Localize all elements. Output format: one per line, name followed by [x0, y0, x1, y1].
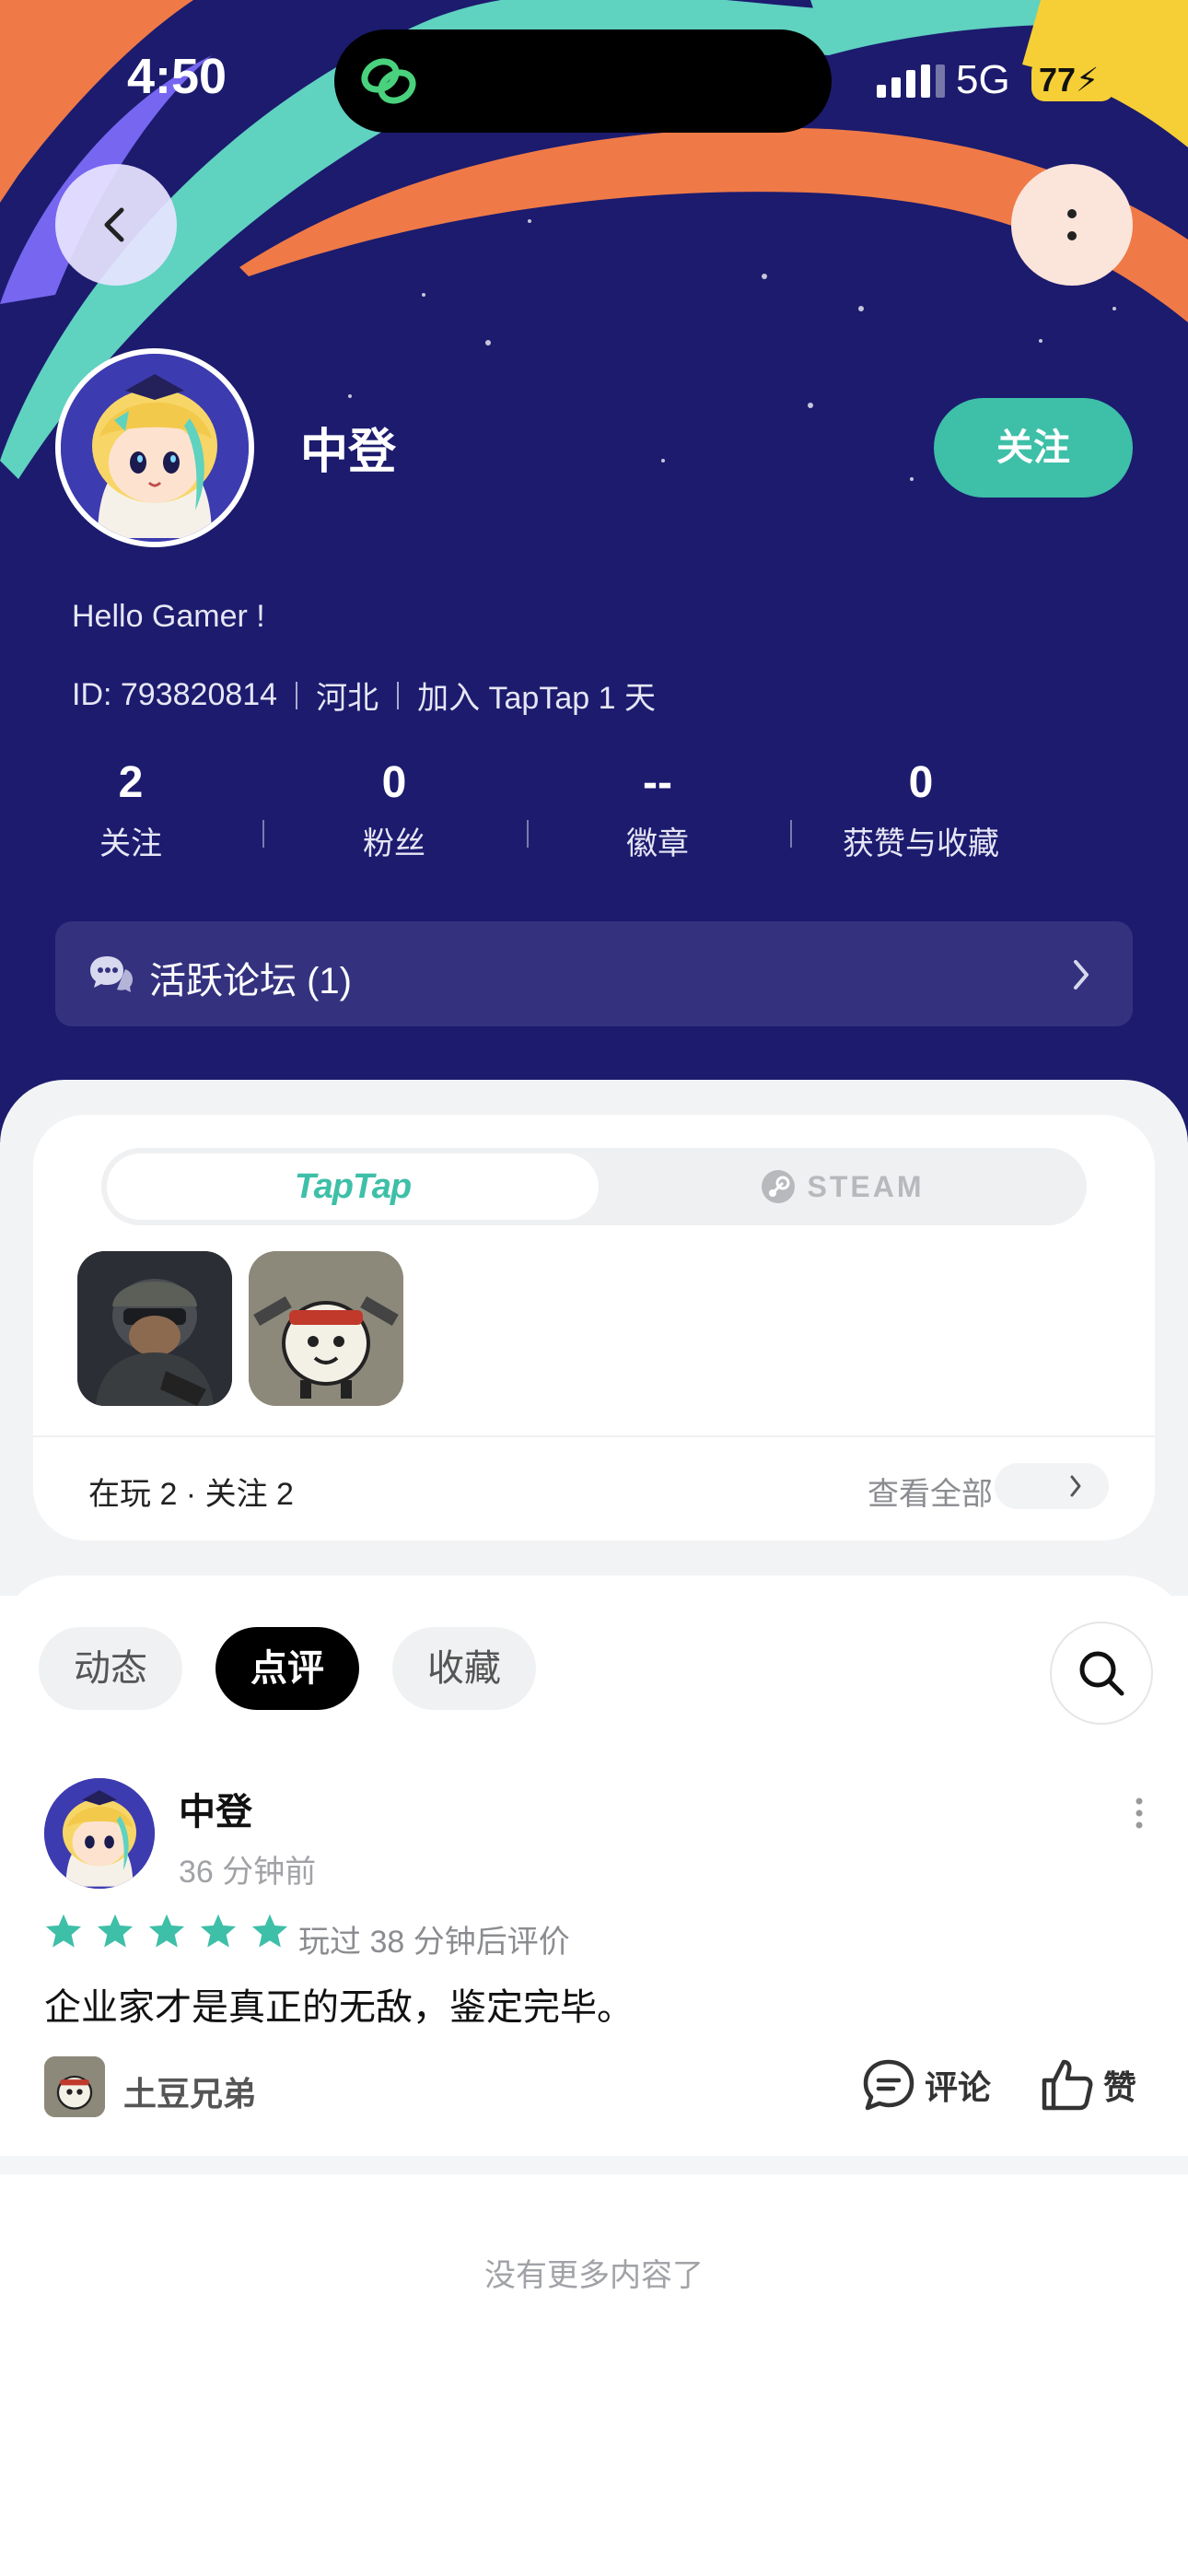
games-summary: 在玩 2 · 关注 2: [88, 1477, 294, 1512]
tab-favorites[interactable]: 收藏: [392, 1627, 536, 1710]
battery-indicator: 77⚡: [1031, 59, 1114, 101]
platform-toggle: TapTap STEAM: [101, 1148, 1087, 1225]
star-icon: [148, 1914, 185, 1948]
stat-label: 关注: [99, 826, 162, 861]
avatar-character-image: [61, 354, 249, 542]
post-divider: [0, 2156, 1188, 2174]
star-icon: [45, 1914, 82, 1948]
steam-icon: [761, 1170, 795, 1203]
back-button[interactable]: [55, 164, 177, 286]
profile-bio: Hello Gamer !: [72, 599, 265, 634]
profile-id: ID: 793820814: [72, 677, 278, 712]
stat-value: 0: [908, 758, 934, 807]
battery-level: 77: [1039, 61, 1077, 99]
games-divider: [33, 1435, 1155, 1437]
platform-tab-taptap[interactable]: TapTap: [107, 1153, 599, 1220]
meta-divider: [296, 681, 298, 709]
forum-label: 活跃论坛 (1): [149, 961, 352, 1001]
tab-feed[interactable]: 动态: [39, 1627, 182, 1710]
profile-username: 中登: [300, 426, 397, 479]
post-more-icon[interactable]: [1135, 1797, 1144, 1830]
stat-value: 2: [118, 758, 144, 807]
stat-following[interactable]: 2 关注: [39, 755, 223, 863]
comment-icon: [863, 2059, 914, 2111]
played-duration: 玩过 38 分钟后评价: [298, 1925, 570, 1960]
content-section: 动态 点评 收藏 中登 36 分钟前 玩过 38 分钟后评价 企业家才是真正的无…: [0, 1575, 1188, 2576]
status-time: 4:50: [127, 49, 227, 104]
profile-meta: ID: 793820814 河北 加入 TapTap 1 天: [72, 673, 656, 718]
profile-header: 4:50 5G 77⚡ 中登 关注 Hello Gamer ! ID: 7938…: [0, 0, 1188, 1142]
star-icon: [251, 1914, 288, 1948]
active-forum-bar[interactable]: 活跃论坛 (1): [55, 921, 1133, 1026]
network-label: 5G: [956, 57, 1010, 102]
steam-label: STEAM: [807, 1169, 925, 1203]
end-of-list-text: 没有更多内容了: [484, 2258, 704, 2293]
stat-followers[interactable]: 0 粉丝: [302, 755, 486, 863]
stat-value: 0: [381, 758, 407, 807]
forum-chat-icon: [90, 956, 133, 992]
game-potato-artwork: [249, 1251, 403, 1406]
profile-joined: 加入 TapTap 1 天: [417, 681, 656, 716]
like-label: 赞: [1103, 2068, 1137, 2106]
more-options-button[interactable]: [1011, 164, 1133, 286]
taptap-logo: TapTap: [294, 1166, 412, 1206]
star-icon: [97, 1914, 134, 1948]
reviewed-game-name[interactable]: 土豆兄弟: [123, 2067, 256, 2115]
follow-button[interactable]: 关注: [934, 398, 1133, 498]
platform-tab-steam[interactable]: STEAM: [602, 1153, 1081, 1220]
stat-label: 徽章: [626, 826, 689, 861]
avatar-character-image: [44, 1778, 155, 1889]
meta-divider: [397, 681, 400, 709]
tab-reviews[interactable]: 点评: [215, 1627, 359, 1710]
profile-stats: 2 关注 0 粉丝 -- 徽章 0 获赞与收藏: [0, 755, 1188, 866]
profile-region: 河北: [316, 681, 379, 716]
link-app-icon: [361, 58, 416, 104]
post-text[interactable]: 企业家才是真正的无敌，鉴定完毕。: [44, 1977, 634, 2031]
post-author-name[interactable]: 中登: [179, 1782, 252, 1835]
search-icon: [1079, 1651, 1124, 1696]
game-potato-artwork: [44, 2056, 105, 2117]
chevron-left-icon: [104, 207, 124, 242]
comment-label: 评论: [925, 2068, 992, 2106]
stat-badges[interactable]: -- 徽章: [565, 755, 750, 863]
charging-icon: ⚡: [1076, 61, 1100, 99]
star-icon: [200, 1914, 237, 1948]
stat-divider: [527, 820, 529, 848]
games-card: TapTap STEAM 在玩 2 · 关注 2 查看全部: [33, 1115, 1155, 1540]
post-author-avatar[interactable]: [44, 1778, 155, 1889]
view-all-link[interactable]: 查看全部: [868, 1469, 993, 1514]
rating-stars: [44, 1913, 289, 1950]
chevron-right-icon: [1074, 960, 1089, 989]
stat-divider: [790, 820, 792, 848]
stat-divider: [262, 820, 264, 848]
profile-avatar[interactable]: [55, 348, 254, 547]
signal-icon: [877, 64, 945, 98]
more-vertical-icon: [1067, 209, 1077, 240]
stat-value: --: [643, 758, 672, 807]
search-button[interactable]: [1050, 1622, 1153, 1725]
reviewed-game-icon[interactable]: [44, 2056, 105, 2117]
stat-likes[interactable]: 0 获赞与收藏: [829, 755, 1013, 863]
view-all-button[interactable]: [995, 1463, 1109, 1509]
chevron-right-icon: [1070, 1475, 1081, 1497]
thumbs-up-icon: [1042, 2059, 1093, 2111]
like-button[interactable]: 赞: [1039, 2056, 1136, 2113]
comment-button[interactable]: 评论: [860, 2056, 991, 2113]
game-icon-shooter[interactable]: [77, 1251, 232, 1406]
stat-label: 获赞与收藏: [843, 826, 999, 861]
post-timestamp: 36 分钟前: [179, 1855, 317, 1890]
game-soldier-artwork: [77, 1251, 232, 1406]
game-icon-brotato[interactable]: [249, 1251, 403, 1406]
stat-label: 粉丝: [363, 826, 425, 861]
